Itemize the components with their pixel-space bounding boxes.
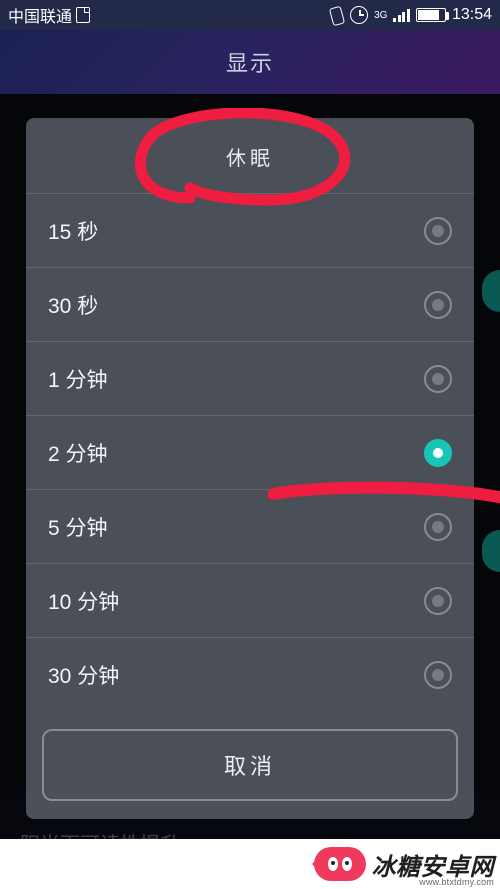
option-label: 30 分钟	[48, 660, 119, 690]
watermark: 冰糖安卓网 www.btxtdmy.com	[0, 839, 500, 889]
signal-icon	[393, 8, 410, 22]
option-30m[interactable]: 30 分钟	[26, 637, 474, 711]
sleep-timeout-dialog: 休眠 15 秒 30 秒 1 分钟 2 分钟 5 分钟 10 分钟 30 分钟 …	[26, 118, 474, 819]
option-30s[interactable]: 30 秒	[26, 267, 474, 341]
option-label: 2 分钟	[48, 438, 108, 468]
network-indicator: 3G	[374, 11, 387, 20]
battery-icon	[416, 8, 446, 22]
cancel-button[interactable]: 取消	[42, 729, 458, 801]
option-2m[interactable]: 2 分钟	[26, 415, 474, 489]
alarm-icon	[350, 6, 368, 24]
page-header: 显示	[0, 30, 500, 94]
option-label: 30 秒	[48, 290, 98, 320]
status-left: 中国联通	[8, 3, 90, 27]
status-bar: 中国联通 3G 13:54	[0, 0, 500, 30]
radio-icon	[424, 439, 452, 467]
dialog-title: 休眠	[26, 118, 474, 193]
radio-icon	[424, 365, 452, 393]
option-label: 5 分钟	[48, 512, 108, 542]
option-1m[interactable]: 1 分钟	[26, 341, 474, 415]
radio-icon	[424, 661, 452, 689]
status-right: 3G 13:54	[328, 5, 492, 25]
option-5m[interactable]: 5 分钟	[26, 489, 474, 563]
page-title: 显示	[226, 46, 274, 78]
option-label: 10 分钟	[48, 586, 119, 616]
radio-icon	[424, 513, 452, 541]
option-label: 1 分钟	[48, 364, 108, 394]
vibrate-icon	[328, 5, 344, 25]
sim-icon	[76, 7, 90, 23]
option-label: 15 秒	[48, 216, 98, 246]
radio-icon	[424, 217, 452, 245]
carrier-label: 中国联通	[8, 3, 72, 27]
radio-icon	[424, 291, 452, 319]
watermark-logo-icon	[314, 847, 366, 881]
watermark-url: www.btxtdmy.com	[419, 877, 494, 887]
option-15s[interactable]: 15 秒	[26, 193, 474, 267]
option-10m[interactable]: 10 分钟	[26, 563, 474, 637]
clock: 13:54	[452, 6, 492, 24]
radio-icon	[424, 587, 452, 615]
